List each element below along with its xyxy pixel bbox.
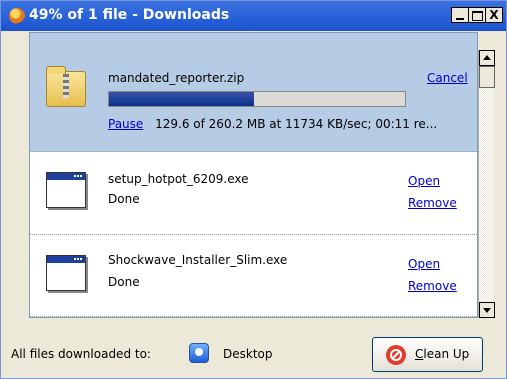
clean-up-label: Clean Up bbox=[415, 347, 470, 361]
remove-link[interactable]: Remove bbox=[408, 279, 457, 293]
zip-folder-icon bbox=[46, 66, 86, 107]
no-entry-icon bbox=[386, 345, 406, 365]
downloads-window: 49% of 1 file - Downloads X mandated_rep… bbox=[0, 0, 507, 379]
vertical-scrollbar[interactable] bbox=[478, 50, 495, 318]
downloads-list: mandated_reporter.zip Cancel Pause 129.6… bbox=[29, 32, 478, 318]
pause-link[interactable]: Pause bbox=[108, 117, 143, 131]
application-window-icon bbox=[46, 172, 86, 208]
cancel-link[interactable]: Cancel bbox=[427, 71, 468, 85]
download-item-setup-hotpot[interactable]: setup_hotpot_6209.exe Done Open Remove bbox=[30, 152, 477, 235]
close-button[interactable]: X bbox=[485, 7, 503, 23]
window-title: 49% of 1 file - Downloads bbox=[29, 7, 230, 23]
scroll-thumb[interactable] bbox=[479, 66, 495, 88]
clean-up-button[interactable]: Clean Up bbox=[372, 337, 483, 372]
minimize-button[interactable] bbox=[451, 7, 469, 23]
download-item-shockwave[interactable]: Shockwave_Installer_Slim.exe Done Open R… bbox=[30, 235, 477, 317]
download-filename: setup_hotpot_6209.exe bbox=[108, 172, 249, 186]
download-item-mandated-reporter[interactable]: mandated_reporter.zip Cancel Pause 129.6… bbox=[30, 33, 477, 152]
scroll-up-button[interactable] bbox=[479, 50, 495, 66]
download-status: Done bbox=[108, 192, 140, 206]
pause-row: Pause 129.6 of 260.2 MB at 11734 KB/sec;… bbox=[108, 117, 437, 131]
download-location-label: All files downloaded to: bbox=[11, 347, 151, 361]
open-link[interactable]: Open bbox=[408, 257, 440, 271]
download-status: Done bbox=[108, 275, 140, 289]
scroll-down-button[interactable] bbox=[479, 302, 495, 318]
transfer-status: 129.6 of 260.2 MB at 11734 KB/sec; 00:11… bbox=[155, 117, 438, 131]
download-filename: mandated_reporter.zip bbox=[108, 71, 245, 85]
firefox-icon bbox=[9, 8, 25, 24]
maximize-button[interactable] bbox=[468, 7, 486, 23]
application-window-icon bbox=[46, 255, 86, 291]
download-progress-bar bbox=[108, 91, 406, 107]
download-progress-fill bbox=[109, 92, 255, 106]
title-bar[interactable]: 49% of 1 file - Downloads X bbox=[1, 1, 506, 31]
open-link[interactable]: Open bbox=[408, 174, 440, 188]
download-filename: Shockwave_Installer_Slim.exe bbox=[108, 253, 288, 267]
download-location[interactable]: Desktop bbox=[223, 347, 273, 361]
desktop-icon[interactable] bbox=[189, 343, 209, 363]
remove-link[interactable]: Remove bbox=[408, 196, 457, 210]
